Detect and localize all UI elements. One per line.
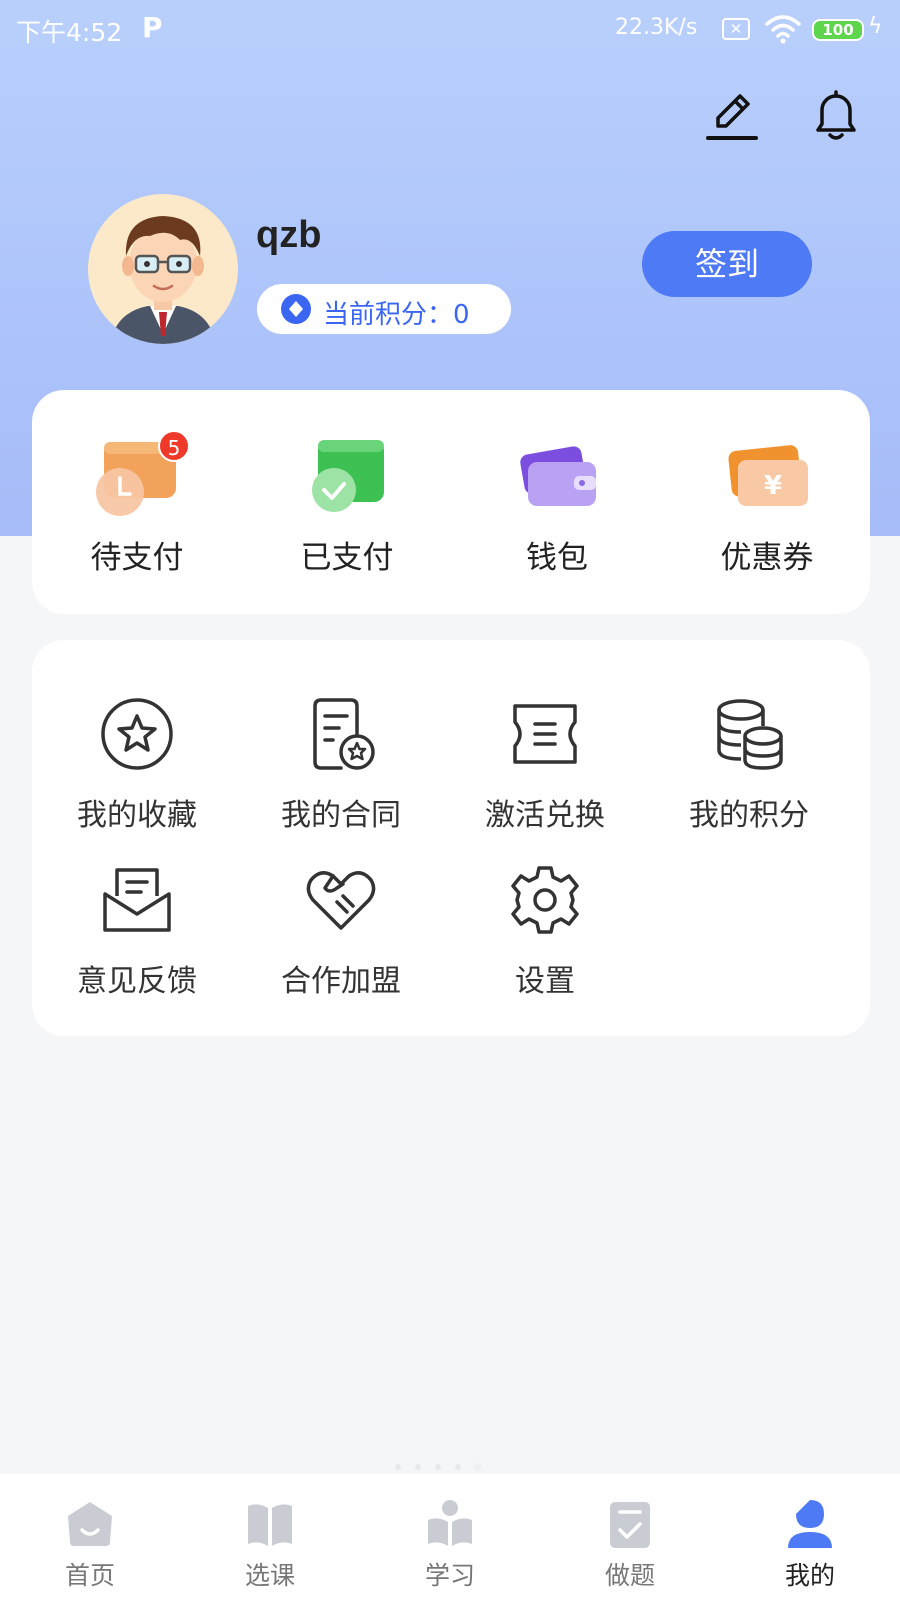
edit-icon (706, 94, 758, 140)
tab-label: 首页 (64, 1561, 115, 1590)
edit-button[interactable] (704, 88, 760, 144)
tool-label: 合作加盟 (281, 964, 401, 999)
order-item-pending[interactable]: 5 待支付 (32, 390, 242, 614)
points-label: 当前积分：0 (323, 300, 470, 330)
tool-settings[interactable]: 设置 (440, 862, 650, 1032)
tab-courses[interactable]: 选课 (180, 1474, 360, 1600)
svg-text:¥: ¥ (764, 471, 782, 501)
order-item-wallet[interactable]: 钱包 (452, 390, 662, 614)
coupon-icon: ¥ (728, 445, 808, 506)
star-icon (101, 698, 173, 770)
tab-study[interactable]: 学习 (360, 1474, 540, 1600)
tab-label: 做题 (604, 1561, 655, 1590)
order-item-label: 待支付 (90, 540, 184, 576)
tool-contracts[interactable]: 我的合同 (236, 696, 446, 866)
contract-icon (313, 698, 375, 770)
status-time: 下午4:52 (16, 18, 123, 47)
tool-label: 我的收藏 (77, 798, 197, 833)
app-indicator: P (142, 11, 163, 44)
ticket-icon (513, 704, 577, 764)
home-icon (68, 1502, 112, 1546)
notification-button[interactable] (808, 88, 864, 144)
avatar-illustration (88, 194, 238, 344)
tool-label: 我的合同 (281, 798, 401, 833)
order-item-label: 优惠券 (720, 540, 814, 576)
page-indicator (395, 1463, 482, 1471)
tool-activate-redeem[interactable]: 激活兑换 (440, 696, 650, 866)
username: qzb (256, 214, 322, 256)
tab-label: 学习 (424, 1561, 475, 1590)
charging-icon: ϟ (868, 14, 883, 39)
points-pill[interactable]: 当前积分：0 (257, 284, 511, 334)
book-icon (248, 1504, 292, 1546)
coins-icon (717, 699, 783, 770)
checkin-button[interactable]: 签到 (642, 231, 812, 297)
bell-icon (816, 90, 856, 140)
tool-label: 激活兑换 (485, 798, 605, 833)
tool-label: 我的积分 (689, 798, 809, 833)
exercise-icon (610, 1502, 650, 1548)
bottom-tab-bar: 首页 选课 学习 做题 我的 (0, 1474, 900, 1600)
tab-label: 选课 (244, 1561, 295, 1590)
points-diamond-icon (281, 294, 311, 324)
tool-label: 意见反馈 (77, 964, 197, 999)
tool-label: 设置 (515, 964, 575, 999)
order-item-coupon[interactable]: ¥ 优惠券 (662, 390, 872, 614)
tab-label: 我的 (784, 1561, 835, 1590)
battery-indicator: 100 (812, 19, 864, 41)
tool-favorites[interactable]: 我的收藏 (32, 696, 242, 866)
tools-card: 我的收藏 我的合同 激活兑换 我的积分 意见反馈 合作加盟 设置 (32, 640, 870, 1036)
order-item-label: 钱包 (526, 540, 588, 576)
feedback-icon (103, 868, 171, 932)
avatar[interactable] (88, 194, 238, 344)
network-speed: 22.3K/s (615, 15, 698, 40)
tool-partnership[interactable]: 合作加盟 (236, 862, 446, 1032)
tab-mine[interactable]: 我的 (720, 1474, 900, 1600)
tab-exercises[interactable]: 做题 (540, 1474, 720, 1600)
user-icon (788, 1500, 832, 1548)
status-bar: 下午4:52 P 22.3K/s ✕ 100 ϟ (0, 0, 900, 60)
gear-icon (511, 866, 579, 934)
order-item-paid[interactable]: 已支付 (242, 390, 452, 614)
tab-home[interactable]: 首页 (0, 1474, 180, 1600)
paid-icon (312, 440, 384, 512)
orders-card: 5 待支付 已支付 钱包 ¥ 优惠券 (32, 390, 870, 614)
pending-count-badge: 5 (158, 430, 190, 462)
wifi-icon (765, 15, 801, 44)
no-sim-icon: ✕ (722, 18, 750, 40)
handshake-heart-icon (306, 871, 376, 930)
reading-icon (428, 1500, 472, 1546)
wallet-icon (520, 446, 596, 506)
order-item-label: 已支付 (300, 540, 394, 576)
tool-feedback[interactable]: 意见反馈 (32, 862, 242, 1032)
tool-my-points[interactable]: 我的积分 (644, 696, 854, 866)
